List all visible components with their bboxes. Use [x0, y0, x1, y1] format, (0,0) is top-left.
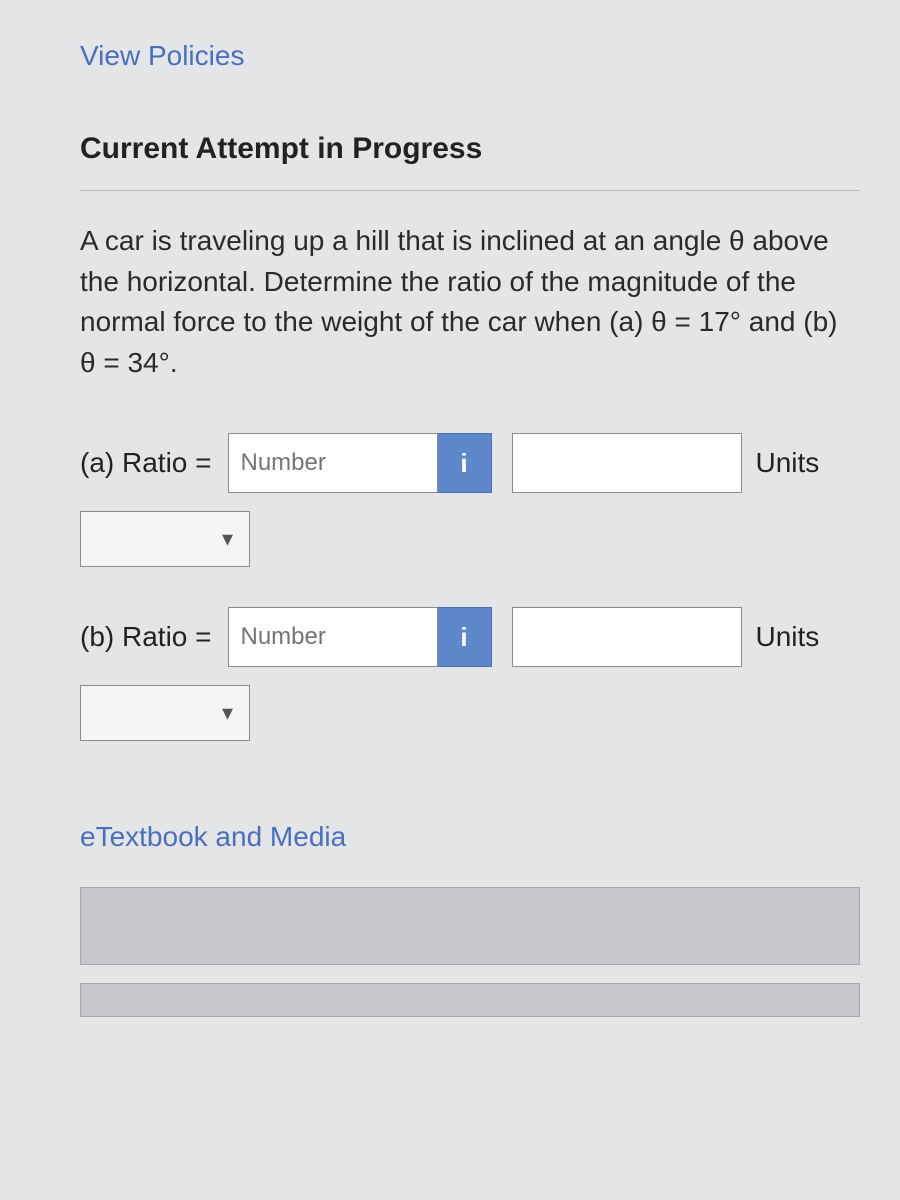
answer-block-a: (a) Ratio = i Units ▾ [80, 433, 860, 567]
question-text: A car is traveling up a hill that is inc… [80, 221, 840, 383]
units-dropdown-a[interactable]: ▾ [80, 511, 250, 567]
chevron-down-icon: ▾ [222, 700, 233, 726]
units-input-a[interactable] [512, 433, 742, 493]
units-label-a: Units [756, 447, 820, 479]
info-icon[interactable]: i [438, 433, 492, 493]
units-label-b: Units [756, 621, 820, 653]
answer-block-b: (b) Ratio = i Units ▾ [80, 607, 860, 741]
action-bar[interactable] [80, 887, 860, 965]
answer-label-a: (a) Ratio = [80, 447, 212, 479]
number-input-a[interactable] [228, 433, 438, 493]
divider [80, 190, 860, 191]
units-dropdown-b[interactable]: ▾ [80, 685, 250, 741]
number-input-b[interactable] [228, 607, 438, 667]
etextbook-link[interactable]: eTextbook and Media [80, 821, 860, 853]
chevron-down-icon: ▾ [222, 526, 233, 552]
view-policies-link[interactable]: View Policies [80, 40, 860, 72]
answer-label-b: (b) Ratio = [80, 621, 212, 653]
question-page: Nu wit Q Nu wit Q N w View Policies Curr… [0, 0, 900, 1200]
info-icon[interactable]: i [438, 607, 492, 667]
attempt-status: Current Attempt in Progress [80, 132, 860, 166]
action-bar-secondary[interactable] [80, 983, 860, 1017]
cropped-edge: Nu wit Q Nu wit Q N w [0, 0, 10, 1200]
units-input-b[interactable] [512, 607, 742, 667]
